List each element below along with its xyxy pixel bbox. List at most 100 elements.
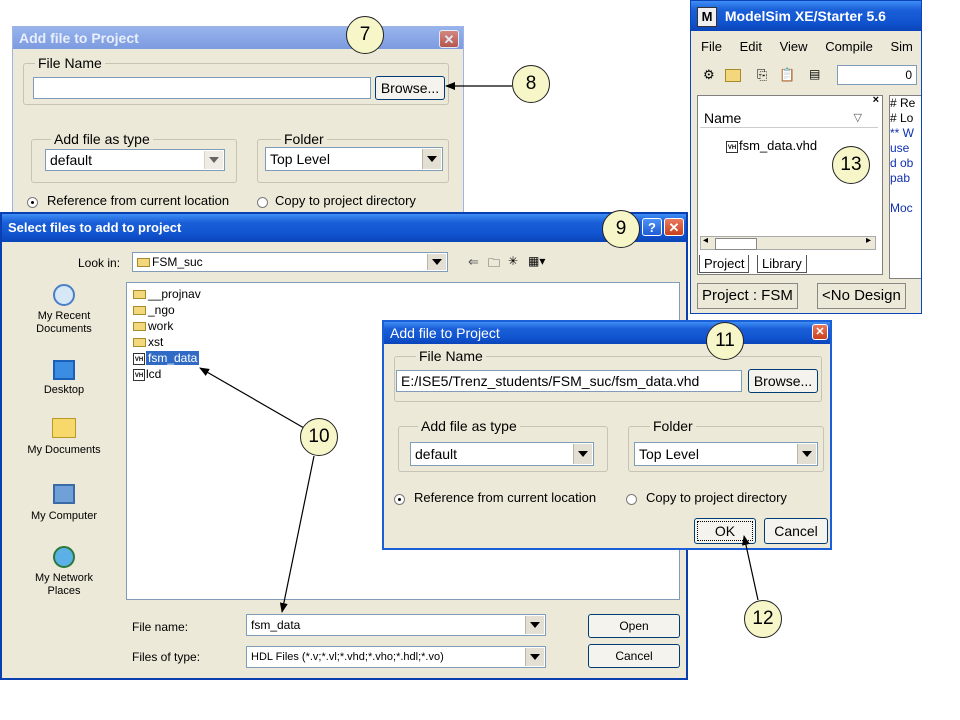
menu-sim[interactable]: Sim [891, 39, 913, 54]
my-documents-icon [52, 418, 76, 438]
close-icon[interactable]: ✕ [812, 324, 828, 340]
chevron-down-icon[interactable] [525, 616, 544, 634]
folder-icon [137, 258, 150, 268]
cancel-button[interactable]: Cancel [764, 518, 828, 544]
workspace-item[interactable]: VH fsm_data.vhd [726, 138, 817, 153]
menu-file[interactable]: File [701, 39, 722, 54]
folder-select[interactable]: Top Level [265, 147, 443, 171]
chevron-down-icon[interactable] [204, 151, 223, 169]
tab-project[interactable]: Project [699, 255, 750, 273]
radio-copy[interactable] [257, 197, 268, 208]
copy-icon[interactable]: ⎘ [757, 67, 767, 83]
file-name-value: fsm_data [251, 618, 301, 632]
radio-reference[interactable] [394, 494, 405, 505]
load-icon[interactable]: ▤ [809, 67, 820, 81]
transcript-line: d ob [890, 156, 914, 170]
transcript-line [890, 186, 921, 201]
folder-icon [133, 338, 146, 348]
workspace-column-name: Name [704, 110, 742, 126]
compile-icon[interactable]: ⚙ [703, 67, 715, 83]
menu-compile[interactable]: Compile [825, 39, 873, 54]
chevron-down-icon[interactable] [525, 648, 544, 666]
file-name-combo[interactable]: fsm_data [246, 614, 546, 636]
list-item[interactable]: VH lcd [133, 367, 161, 381]
close-icon[interactable]: × [873, 94, 879, 106]
file-name-legend: File Name [416, 348, 486, 364]
folder-select[interactable]: Top Level [634, 442, 818, 466]
network-places-icon [53, 546, 75, 568]
vhd-file-icon: VH [133, 352, 145, 365]
file-type-select[interactable]: default [45, 149, 225, 171]
back-arrow-icon[interactable]: ⇐ [468, 254, 479, 270]
toolbar: ⚙ ⎘ 📋 ▤ 0 [699, 65, 921, 87]
callout-8: 8 [512, 65, 550, 103]
chevron-down-icon[interactable] [573, 444, 592, 464]
view-menu-icon[interactable]: ▦▾ [528, 254, 545, 268]
chevron-down-icon[interactable] [797, 444, 816, 464]
modelsim-titlebar: M ModelSim XE/Starter 5.6 [691, 1, 921, 31]
list-item[interactable]: _ngo [133, 303, 175, 317]
look-in-select[interactable]: FSM_suc [132, 252, 448, 272]
file-type-select[interactable]: default [410, 442, 594, 466]
file-type-combo[interactable]: HDL Files (*.v;*.vl;*.vhd;*.vho;*.hdl;*.… [246, 646, 546, 668]
list-item[interactable]: work [133, 319, 173, 333]
workspace-panel: Name ▽ × VH fsm_data.vhd ◂ ▸ [697, 94, 883, 275]
modelsim-title: ModelSim XE/Starter 5.6 [724, 8, 886, 24]
radio-reference-label: Reference from current location [47, 193, 230, 208]
help-icon[interactable]: ? [642, 218, 662, 236]
radio-reference[interactable] [27, 197, 38, 208]
workspace-header[interactable]: Name ▽ [700, 108, 878, 128]
place-my-documents-label: My Documents [27, 444, 101, 456]
add-file-dialog-front-title: Add file to Project [390, 325, 500, 341]
file-path-input[interactable]: E:/ISE5/Trenz_students/FSM_suc/fsm_data.… [396, 370, 742, 392]
workspace-hscrollbar[interactable]: ◂ ▸ [700, 235, 876, 250]
place-network[interactable]: My Network Places [8, 546, 120, 598]
place-recent-label: My Recent Documents [36, 310, 92, 335]
browse-button[interactable]: Browse... [748, 369, 818, 393]
chevron-down-icon[interactable] [427, 254, 446, 270]
list-item-selected[interactable]: VH fsm_data [133, 351, 200, 365]
chevron-down-icon[interactable] [422, 149, 441, 169]
radio-copy-label: Copy to project directory [275, 193, 416, 208]
place-recent[interactable]: My Recent Documents [8, 284, 120, 336]
up-folder-icon[interactable]: 🗀 [488, 254, 500, 275]
toolbar-value-input[interactable]: 0 [837, 65, 917, 85]
menu-view[interactable]: View [780, 39, 808, 54]
select-files-title: Select files to add to project [8, 220, 182, 235]
add-file-dialog-back-titlebar: Add file to Project [13, 27, 463, 49]
open-button[interactable]: Open [588, 614, 680, 638]
scroll-left-icon[interactable]: ◂ [703, 235, 708, 246]
place-desktop[interactable]: Desktop [8, 360, 120, 397]
scroll-right-icon[interactable]: ▸ [866, 235, 871, 246]
ok-button[interactable]: OK [694, 518, 756, 544]
radio-copy[interactable] [626, 494, 637, 505]
transcript-line: # Lo [890, 111, 914, 125]
new-folder-icon[interactable]: ✳ [508, 254, 518, 268]
list-item[interactable]: __projnav [133, 287, 201, 301]
file-path-value: E:/ISE5/Trenz_students/FSM_suc/fsm_data.… [401, 373, 700, 389]
place-my-documents[interactable]: My Documents [8, 418, 120, 457]
file-type-value: default [50, 152, 93, 168]
vhd-file-icon: VH [133, 368, 145, 381]
close-icon[interactable]: ✕ [664, 218, 684, 236]
vhd-file-icon: VH [726, 140, 738, 153]
file-name-input[interactable] [33, 77, 371, 99]
toolbar-value: 0 [905, 68, 912, 82]
scrollbar-thumb[interactable] [715, 238, 757, 250]
browse-button[interactable]: Browse... [375, 76, 445, 100]
paste-icon[interactable]: 📋 [779, 67, 795, 83]
tab-library[interactable]: Library [757, 255, 807, 273]
place-my-computer[interactable]: My Computer [8, 484, 120, 523]
file-name: work [148, 319, 174, 333]
sort-icon[interactable]: ▽ [854, 108, 862, 128]
cancel-button[interactable]: Cancel [588, 644, 680, 668]
folder-legend: Folder [281, 131, 327, 147]
open-folder-icon[interactable] [725, 69, 741, 82]
close-icon[interactable]: ✕ [439, 30, 459, 48]
menu-edit[interactable]: Edit [740, 39, 762, 54]
callout-13: 13 [832, 146, 870, 184]
folder-icon [133, 306, 146, 316]
place-my-computer-label: My Computer [30, 510, 98, 522]
list-item[interactable]: xst [133, 335, 163, 349]
file-type-legend: Add file as type [51, 131, 153, 147]
